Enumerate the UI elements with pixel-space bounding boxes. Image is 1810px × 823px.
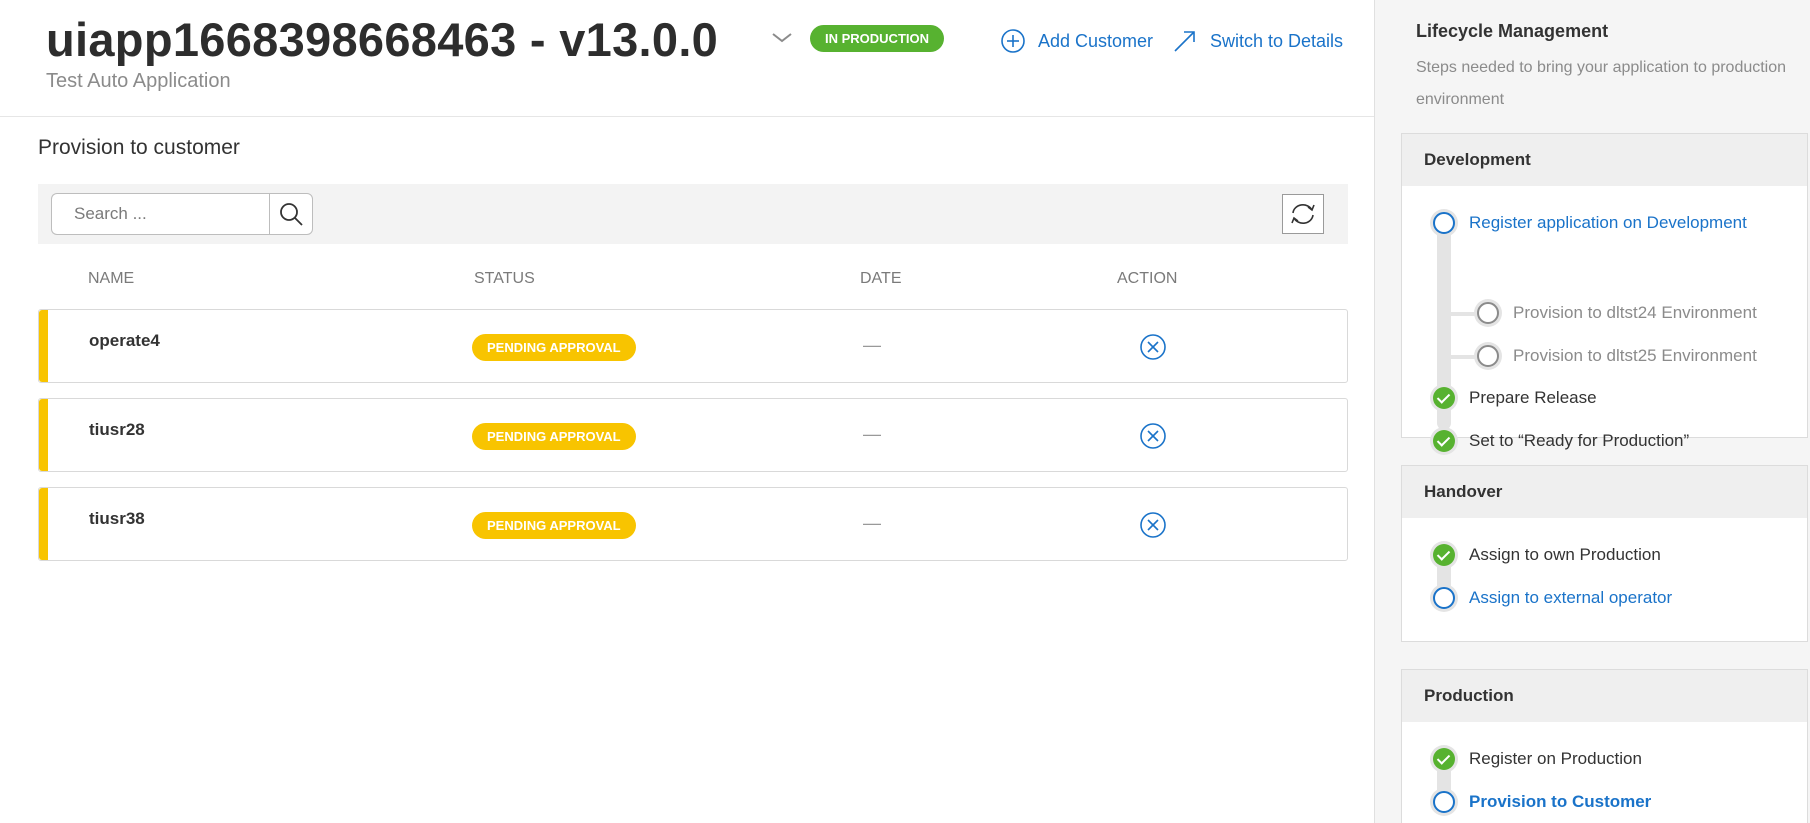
column-header-status: STATUS [474,270,535,287]
switch-to-details-label: Switch to Details [1210,30,1344,51]
status-badge: IN PRODUCTION [810,25,944,52]
table-row: tiusr38 PENDING APPROVAL — [38,487,1348,561]
cancel-provision-button[interactable] [1139,422,1167,450]
step-register-development[interactable]: Register application on Development [1433,210,1747,236]
close-circle-icon [1140,512,1166,538]
handover-heading: Handover [1402,466,1807,518]
app-subtitle: Test Auto Application [46,70,231,92]
row-status-indicator [39,399,48,471]
table-toolbar [38,184,1348,244]
development-heading: Development [1402,134,1807,186]
column-header-name: NAME [88,270,135,287]
check-icon [1433,430,1455,452]
step-assign-external-operator[interactable]: Assign to external operator [1433,585,1672,611]
step-assign-own-production: Assign to own Production [1433,542,1661,568]
step-register-production: Register on Production [1433,746,1642,772]
cancel-provision-button[interactable] [1139,333,1167,361]
table-row: operate4 PENDING APPROVAL — [38,309,1348,383]
lifecycle-description: Steps needed to bring your application t… [1416,59,1787,108]
row-date: — [863,335,881,355]
step-branch [1447,312,1477,316]
row-date: — [863,513,881,533]
lifecycle-panel: Lifecycle Management Steps needed to bri… [1374,0,1810,823]
close-circle-icon [1140,423,1166,449]
step-label: Provision to dltst25 Environment [1513,346,1757,365]
add-customer-button[interactable]: Add Customer [1000,28,1153,54]
section-title: Provision to customer [38,136,240,159]
pending-step-icon [1433,791,1455,813]
page: uiapp1668398668463 - v13.0.0 IN PRODUCTI… [0,0,1810,823]
row-customer-name: operate4 [89,331,160,350]
row-customer-name: tiusr28 [89,420,145,439]
step-label: Register on Production [1469,749,1642,768]
arrow-up-right-icon [1174,31,1195,52]
step-label: Set to “Ready for Production” [1469,431,1690,450]
step-provision-dltst25: Provision to dltst25 Environment [1477,343,1757,369]
pending-step-icon [1477,302,1499,324]
lifecycle-title: Lifecycle Management [1416,21,1609,41]
row-customer-name: tiusr38 [89,509,145,528]
switch-to-details-button[interactable]: Switch to Details [1172,28,1343,54]
column-header-date: DATE [860,270,902,287]
step-label: Provision to dltst24 Environment [1513,303,1757,322]
development-card: Development Register application on Deve… [1401,133,1808,455]
main-content: uiapp1668398668463 - v13.0.0 IN PRODUCTI… [0,0,1374,823]
close-circle-icon [1140,334,1166,360]
refresh-icon [1291,204,1315,224]
step-branch [1447,355,1477,359]
step-provision-dltst24: Provision to dltst24 Environment [1477,300,1757,326]
search-input[interactable] [51,193,269,235]
plus-circle-icon [1001,29,1025,53]
check-icon [1433,748,1455,770]
search-button[interactable] [269,193,313,235]
search-icon [280,203,303,226]
refresh-button[interactable] [1282,194,1324,234]
handover-card: Handover Assign to own Production Assign… [1401,465,1808,642]
step-label: Prepare Release [1469,388,1597,407]
cancel-provision-button[interactable] [1139,511,1167,539]
step-label: Register application on Development [1469,213,1747,232]
row-status-indicator [39,488,48,560]
column-header-action: ACTION [1117,270,1178,287]
pending-step-icon [1477,345,1499,367]
app-title: uiapp1668398668463 - v13.0.0 [46,13,719,66]
row-status-indicator [39,310,48,382]
production-card: Production Register on Production Provis… [1401,669,1808,823]
pending-step-icon [1433,587,1455,609]
row-status-badge: PENDING APPROVAL [472,512,636,539]
pending-step-icon [1433,212,1455,234]
row-status-badge: PENDING APPROVAL [472,334,636,361]
check-icon [1433,544,1455,566]
step-prepare-release: Prepare Release [1433,385,1597,411]
row-status-badge: PENDING APPROVAL [472,423,636,450]
version-chevron-down-icon[interactable] [770,28,794,48]
add-customer-label: Add Customer [1038,30,1154,51]
step-label: Assign to external operator [1469,588,1673,607]
step-provision-to-customer[interactable]: Provision to Customer [1433,789,1651,815]
step-label: Provision to Customer [1469,792,1652,811]
row-date: — [863,424,881,444]
table-row: tiusr28 PENDING APPROVAL — [38,398,1348,472]
step-ready-for-production: Set to “Ready for Production” [1433,428,1689,454]
step-label: Assign to own Production [1469,545,1661,564]
check-icon [1433,387,1455,409]
app-header: uiapp1668398668463 - v13.0.0 IN PRODUCTI… [0,0,1374,117]
production-heading: Production [1402,670,1807,722]
